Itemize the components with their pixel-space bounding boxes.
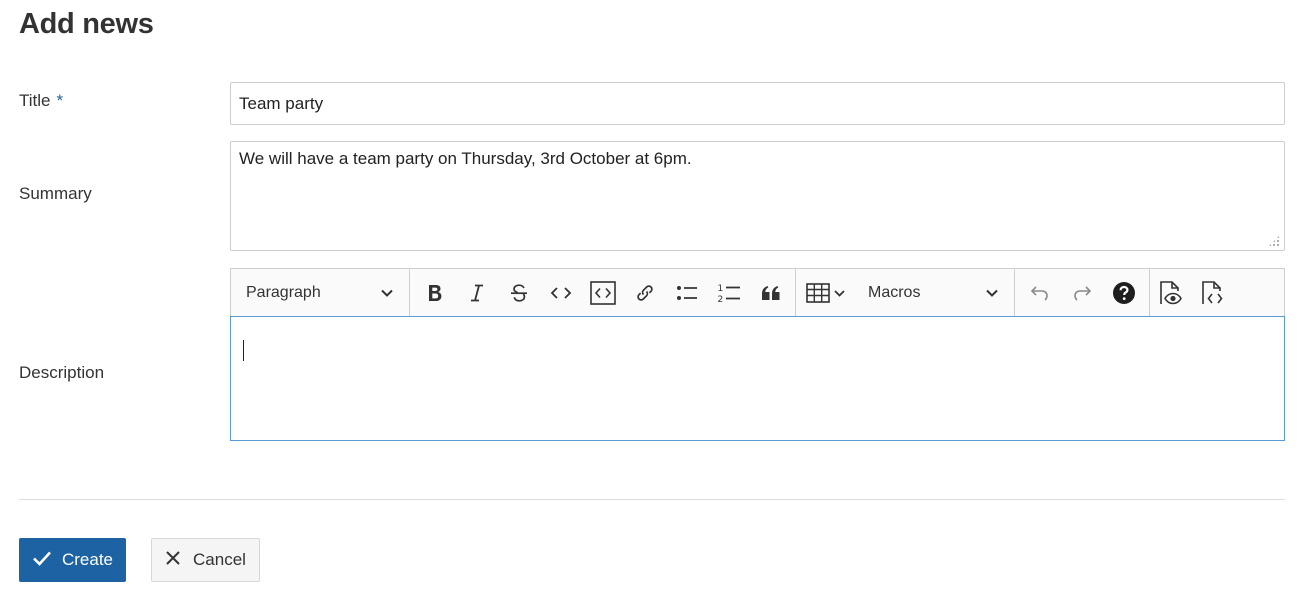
code-block-icon bbox=[590, 281, 616, 305]
macros-label: Macros bbox=[868, 284, 921, 301]
strikethrough-icon bbox=[509, 283, 529, 303]
page-title: Add news bbox=[19, 8, 154, 40]
numbered-list-icon: 12 bbox=[717, 282, 741, 304]
italic-icon bbox=[469, 283, 485, 303]
summary-textarea[interactable]: We will have a team party on Thursday, 3… bbox=[230, 141, 1285, 251]
source-button[interactable] bbox=[1192, 269, 1234, 317]
undo-icon bbox=[1030, 285, 1050, 301]
editor-toolbar: Paragraph 1 2 Macros bbox=[230, 268, 1285, 318]
bold-button[interactable] bbox=[414, 269, 456, 317]
numbered-list-button[interactable]: 12 bbox=[708, 269, 750, 317]
macros-dropdown[interactable]: Macros bbox=[854, 269, 1014, 317]
form-divider bbox=[19, 499, 1285, 500]
title-label: Title * bbox=[19, 91, 63, 111]
create-button[interactable]: Create bbox=[19, 538, 126, 582]
redo-button[interactable] bbox=[1061, 269, 1103, 317]
paragraph-format-label: Paragraph bbox=[246, 284, 321, 301]
inline-code-button[interactable] bbox=[540, 269, 582, 317]
text-cursor bbox=[243, 340, 244, 361]
redo-icon bbox=[1072, 285, 1092, 301]
toolbar-separator bbox=[409, 268, 410, 318]
help-icon bbox=[1112, 281, 1136, 305]
code-icon bbox=[550, 286, 572, 300]
description-editor[interactable] bbox=[230, 316, 1285, 441]
preview-button[interactable] bbox=[1150, 269, 1192, 317]
svg-text:1: 1 bbox=[718, 284, 724, 294]
close-icon bbox=[165, 550, 181, 571]
link-button[interactable] bbox=[624, 269, 666, 317]
chevron-down-icon bbox=[381, 284, 393, 302]
bulleted-list-icon bbox=[676, 284, 698, 302]
cancel-button[interactable]: Cancel bbox=[151, 538, 260, 582]
title-input[interactable] bbox=[230, 82, 1285, 125]
table-icon bbox=[805, 283, 830, 303]
undo-button[interactable] bbox=[1019, 269, 1061, 317]
preview-icon bbox=[1158, 280, 1184, 306]
bulleted-list-button[interactable] bbox=[666, 269, 708, 317]
quote-icon bbox=[760, 284, 782, 302]
strikethrough-button[interactable] bbox=[498, 269, 540, 317]
check-icon bbox=[32, 550, 52, 571]
source-icon bbox=[1200, 280, 1226, 306]
summary-label: Summary bbox=[19, 184, 92, 203]
required-marker: * bbox=[56, 91, 64, 110]
create-button-label: Create bbox=[61, 550, 114, 569]
blockquote-button[interactable] bbox=[750, 269, 792, 317]
italic-button[interactable] bbox=[456, 269, 498, 317]
link-icon bbox=[635, 283, 655, 303]
code-block-button[interactable] bbox=[582, 269, 624, 317]
bold-icon bbox=[426, 283, 444, 303]
table-button[interactable] bbox=[796, 269, 854, 317]
toolbar-separator bbox=[1014, 268, 1015, 318]
svg-text:2: 2 bbox=[718, 295, 724, 304]
title-label-text: Title bbox=[19, 91, 51, 110]
help-button[interactable] bbox=[1103, 269, 1145, 317]
paragraph-format-dropdown[interactable]: Paragraph bbox=[231, 269, 409, 317]
chevron-down-icon bbox=[986, 284, 998, 302]
cancel-button-label: Cancel bbox=[193, 550, 246, 569]
description-label: Description bbox=[19, 363, 105, 382]
chevron-down-icon bbox=[833, 289, 845, 297]
